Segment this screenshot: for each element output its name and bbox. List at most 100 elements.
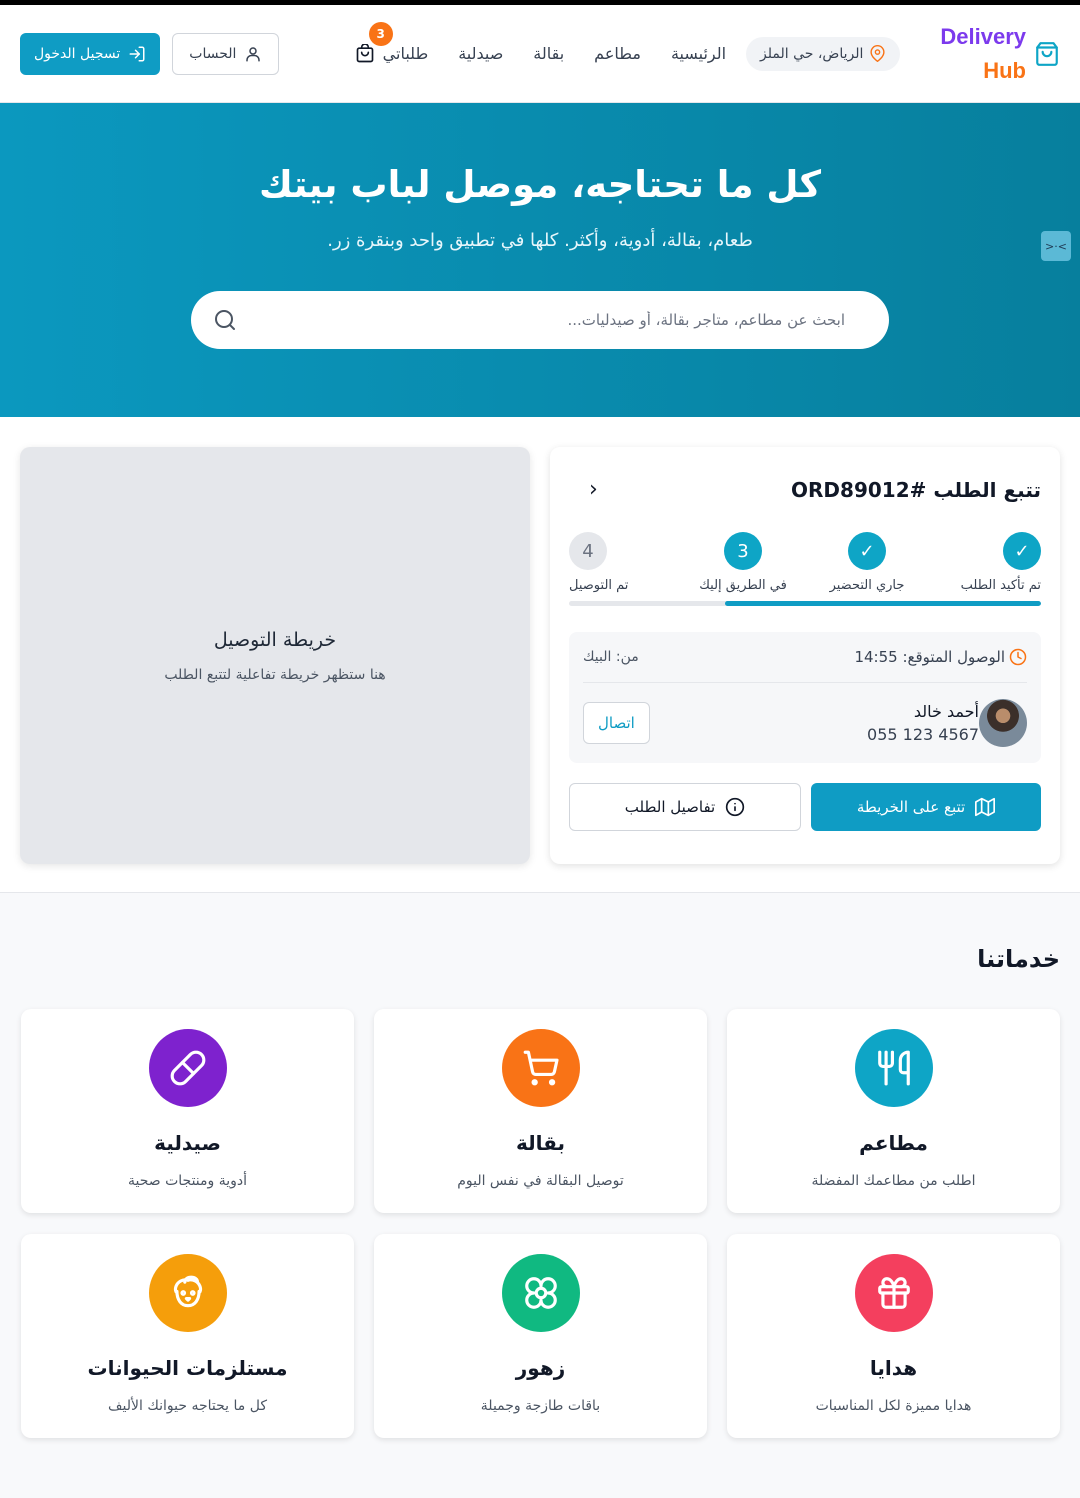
- services-heading: خدماتنا: [977, 945, 1060, 973]
- shopping-bag-icon: [356, 42, 374, 62]
- services-section: خدماتنا مطاعم اطلب من مطاعمك المفضلة بقا…: [0, 893, 1080, 1438]
- brand-name-line2: Hub: [983, 57, 1026, 83]
- pet-icon: [173, 1275, 202, 1308]
- site-header: Delivery Hub الرياض، حي الملز الرئيسية م…: [0, 5, 1080, 103]
- service-icon-bg: [148, 1254, 227, 1332]
- track-on-map-button[interactable]: تتبع على الخريطة: [811, 783, 1041, 831]
- eta: الوصول المتوقع: 14:55: [854, 648, 1027, 666]
- cart-icon: [523, 1050, 559, 1086]
- service-icon-bg: [148, 1029, 227, 1107]
- tracking-steps: ✓ تم تأكيد الطلب ✓ جاري التحضير 3 في الط…: [569, 532, 1041, 593]
- location-selector[interactable]: الرياض، حي الملز: [746, 36, 901, 71]
- tracking-progress-fill: [724, 601, 1041, 606]
- location-label: الرياض، حي الملز: [760, 45, 864, 62]
- step-label: تم تأكيد الطلب: [960, 578, 1041, 593]
- from-store: من: البيك: [583, 649, 639, 665]
- service-card-flowers[interactable]: زهور باقات طازجة وجميلة: [374, 1234, 707, 1438]
- hero-subtitle: طعام، بقالة، أدوية، وأكثر. كلها في تطبيق…: [327, 230, 753, 251]
- brand-name: Delivery Hub: [940, 20, 1026, 88]
- service-name: زهور: [515, 1356, 566, 1380]
- search-icon[interactable]: [213, 308, 237, 332]
- service-icon-bg: [501, 1029, 580, 1107]
- pill-icon: [170, 1050, 205, 1086]
- order-tracking-card: تتبع الطلب #ORD89012 ‹ ✓ تم تأكيد الطلب …: [550, 447, 1060, 864]
- login-icon: [129, 46, 145, 61]
- service-desc: اطلب من مطاعمك المفضلة: [811, 1173, 976, 1189]
- service-icon-bg: [501, 1254, 580, 1332]
- track-on-map-label: تتبع على الخريطة: [856, 798, 966, 816]
- service-name: مستلزمات الحيوانات: [87, 1356, 288, 1380]
- driver-name: أحمد خالد: [913, 702, 979, 721]
- map-icon: [975, 797, 996, 817]
- step-delivered: 4 تم التوصيل: [569, 532, 669, 593]
- services-grid: مطاعم اطلب من مطاعمك المفضلة بقالة توصيل…: [20, 1009, 1060, 1438]
- service-name: صيدلية: [154, 1131, 221, 1155]
- map-pin-icon: [870, 45, 885, 62]
- tracking-actions: تتبع على الخريطة تفاصيل الطلب: [569, 783, 1041, 831]
- orders-cart: 3: [355, 21, 393, 64]
- hero-title: كل ما تحتاجه، موصل لباب بيتك: [259, 163, 821, 206]
- step-number: 3: [724, 532, 762, 570]
- hero-banner: كل ما تحتاجه، موصل لباب بيتك طعام، بقالة…: [0, 103, 1080, 417]
- map-subtitle: هنا ستظهر خريطة تفاعلية لتتبع الطلب: [164, 666, 386, 683]
- order-details-label: تفاصيل الطلب: [624, 798, 716, 816]
- brand-name-line1: Delivery: [940, 23, 1026, 49]
- service-icon-bg: [854, 1029, 933, 1107]
- info-icon: [726, 797, 745, 817]
- search-bar: [191, 291, 889, 349]
- step-number: 4: [569, 532, 607, 570]
- clock-icon: [1009, 648, 1027, 666]
- delivery-map-placeholder[interactable]: خريطة التوصيل هنا ستظهر خريطة تفاعلية لت…: [20, 447, 530, 864]
- order-details-button[interactable]: تفاصيل الطلب: [569, 783, 801, 831]
- nav-pharmacy[interactable]: صيدلية: [458, 44, 503, 63]
- service-card-grocery[interactable]: بقالة توصيل البقالة في نفس اليوم: [374, 1009, 707, 1213]
- check-icon: ✓: [848, 532, 886, 570]
- floating-widget-icon[interactable]: >·<: [1041, 231, 1071, 261]
- search-input[interactable]: [237, 311, 845, 329]
- main-nav: الرئيسية مطاعم بقالة صيدلية: [458, 44, 726, 63]
- map-title: خريطة التوصيل: [213, 628, 337, 651]
- service-desc: أدوية ومنتجات صحية: [127, 1173, 248, 1189]
- driver-avatar: [979, 699, 1027, 747]
- nav-home[interactable]: الرئيسية: [671, 44, 726, 63]
- service-desc: هدايا مميزة لكل المناسبات: [815, 1398, 972, 1414]
- driver-phone: 055 123 4567: [867, 725, 979, 744]
- account-button[interactable]: الحساب: [172, 32, 280, 75]
- delivery-info: الوصول المتوقع: 14:55 من: البيك أحمد خال…: [569, 632, 1041, 763]
- step-on-the-way: 3 في الطريق إليك: [693, 532, 793, 593]
- shopping-bag-icon: [1036, 41, 1058, 66]
- step-label: في الطريق إليك: [699, 578, 787, 593]
- service-desc: باقات طازجة وجميلة: [480, 1398, 601, 1414]
- step-label: تم التوصيل: [569, 578, 629, 593]
- nav-grocery[interactable]: بقالة: [533, 44, 564, 63]
- tracking-title: تتبع الطلب #ORD89012: [791, 477, 1041, 502]
- chevron-left-icon[interactable]: ‹: [589, 477, 598, 502]
- call-button[interactable]: اتصال: [583, 702, 650, 744]
- tracking-header: تتبع الطلب #ORD89012 ‹: [569, 477, 1041, 502]
- service-desc: توصيل البقالة في نفس اليوم: [457, 1173, 624, 1189]
- driver-row: أحمد خالد 055 123 4567 اتصال: [583, 699, 1027, 747]
- service-icon-bg: [854, 1254, 933, 1332]
- service-card-pharmacy[interactable]: صيدلية أدوية ومنتجات صحية: [21, 1009, 354, 1213]
- step-preparing: ✓ جاري التحضير: [817, 532, 917, 593]
- step-label: جاري التحضير: [829, 578, 905, 593]
- nav-restaurants[interactable]: مطاعم: [594, 44, 641, 63]
- login-label: تسجيل الدخول: [34, 45, 121, 62]
- check-icon: ✓: [1003, 532, 1041, 570]
- service-card-restaurants[interactable]: مطاعم اطلب من مطاعمك المفضلة: [727, 1009, 1060, 1213]
- driver-details: أحمد خالد 055 123 4567: [867, 702, 979, 744]
- service-card-gifts[interactable]: هدايا هدايا مميزة لكل المناسبات: [727, 1234, 1060, 1438]
- user-icon: [246, 46, 261, 61]
- service-card-pets[interactable]: مستلزمات الحيوانات كل ما يحتاجه حيوانك ا…: [21, 1234, 354, 1438]
- flower-icon: [524, 1277, 557, 1309]
- driver-info: أحمد خالد 055 123 4567: [867, 699, 1027, 747]
- eta-label: الوصول المتوقع: 14:55: [854, 648, 1005, 666]
- login-button[interactable]: تسجيل الدخول: [20, 32, 161, 75]
- service-desc: كل ما يحتاجه حيوانك الأليف: [108, 1398, 267, 1414]
- service-name: هدايا: [869, 1356, 918, 1380]
- step-confirmed: ✓ تم تأكيد الطلب: [941, 532, 1041, 593]
- brand-logo[interactable]: Delivery Hub: [940, 20, 1060, 88]
- tracking-progress-bar: [569, 601, 1041, 606]
- tracking-section: تتبع الطلب #ORD89012 ‹ ✓ تم تأكيد الطلب …: [0, 417, 1080, 893]
- my-orders-link[interactable]: طلباتي 3: [355, 21, 428, 64]
